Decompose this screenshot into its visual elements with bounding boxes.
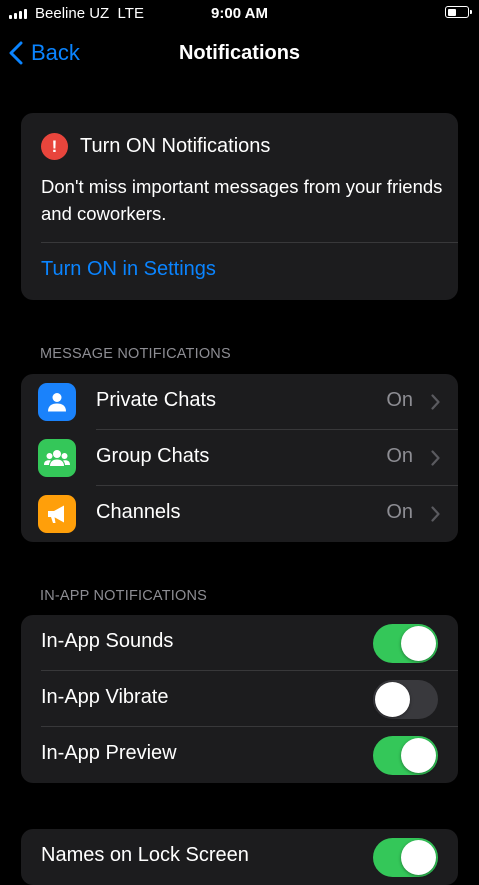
banner-title: Turn ON Notifications (80, 135, 271, 157)
chevron-right-icon (431, 394, 440, 410)
row-label: Names on Lock Screen (41, 844, 249, 866)
status-bar: Beeline UZ LTE 9:00 AM (0, 0, 479, 28)
section-header-in-app-notifications: IN-APP NOTIFICATIONS (40, 588, 208, 604)
chevron-right-icon (431, 506, 440, 522)
battery-fill (447, 8, 456, 16)
divider (41, 242, 458, 243)
megaphone-icon (38, 495, 76, 533)
message-notifications-group: Private Chats On Group Chats On Channels… (21, 374, 458, 542)
row-value: On (386, 445, 413, 467)
row-label: In-App Preview (41, 742, 177, 764)
row-label: In-App Sounds (41, 630, 174, 652)
person-icon (38, 383, 76, 421)
row-label: In-App Vibrate (41, 686, 169, 708)
row-label: Channels (96, 501, 181, 523)
row-label: Private Chats (96, 389, 217, 411)
lock-screen-group: Names on Lock Screen (21, 829, 458, 885)
group-icon (38, 439, 76, 477)
in-app-preview-toggle[interactable] (373, 736, 438, 775)
navigation-bar: Back Notifications (0, 34, 479, 74)
in-app-notifications-group: In-App Sounds In-App Vibrate In-App Prev… (21, 615, 458, 783)
in-app-sounds-toggle[interactable] (373, 624, 438, 663)
row-private-chats[interactable]: Private Chats On (21, 374, 458, 430)
row-value: On (386, 389, 413, 411)
clock: 9:00 AM (211, 5, 268, 22)
page-title: Notifications (178, 42, 301, 64)
in-app-vibrate-toggle[interactable] (373, 680, 438, 719)
chevron-right-icon (431, 450, 440, 466)
row-group-chats[interactable]: Group Chats On (21, 430, 458, 486)
notifications-off-banner: ! Turn ON Notifications Don't miss impor… (21, 113, 458, 300)
section-header-message-notifications: MESSAGE NOTIFICATIONS (40, 346, 231, 362)
row-value: On (386, 501, 413, 523)
row-label: Group Chats (96, 445, 210, 467)
row-in-app-sounds: In-App Sounds (21, 615, 458, 671)
row-channels[interactable]: Channels On (21, 486, 458, 542)
row-in-app-vibrate: In-App Vibrate (21, 671, 458, 727)
battery-icon (445, 6, 472, 18)
row-names-on-lock-screen: Names on Lock Screen (21, 829, 458, 885)
alert-icon: ! (41, 133, 68, 160)
turn-on-settings-link[interactable]: Turn ON in Settings (41, 258, 216, 281)
names-on-lock-screen-toggle[interactable] (373, 838, 438, 877)
banner-body: Don't miss important messages from your … (41, 176, 443, 224)
row-in-app-preview: In-App Preview (21, 727, 458, 783)
